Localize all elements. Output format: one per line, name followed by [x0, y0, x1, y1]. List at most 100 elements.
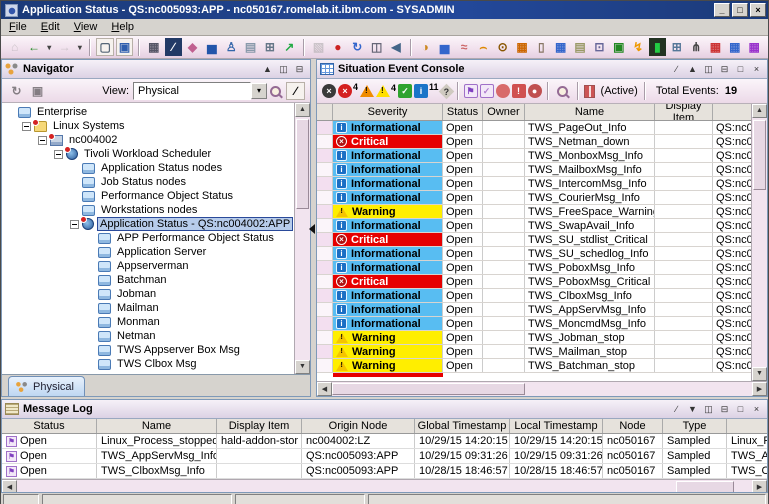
- edit-icon[interactable]: ∕: [669, 402, 684, 416]
- tree-item[interactable]: Appserverman: [2, 259, 294, 273]
- timer-icon[interactable]: ●: [528, 84, 542, 98]
- column-header-local-timestamp[interactable]: Local Timestamp: [510, 419, 603, 433]
- minimize-button[interactable]: _: [714, 3, 730, 17]
- row-selector-cell[interactable]: [317, 135, 333, 148]
- edit-icon[interactable]: ∕: [669, 62, 684, 76]
- row-selector-cell[interactable]: [317, 275, 333, 288]
- plot-chart-icon[interactable]: ≈: [455, 38, 472, 56]
- back-dropdown-icon[interactable]: ▾: [45, 38, 54, 56]
- split-icon[interactable]: ◫: [701, 62, 716, 76]
- tree-expander-icon[interactable]: [54, 150, 63, 159]
- column-header-blank[interactable]: [727, 419, 767, 433]
- minimize-icon[interactable]: ⊟: [717, 402, 732, 416]
- event-row[interactable]: iInformationalOpenTWS_MailboxMsg_InfoQS:…: [317, 163, 751, 177]
- maximize-button[interactable]: □: [732, 3, 748, 17]
- event-row[interactable]: ×CriticalOpenTWS_SU_stdlist_CriticalQS:n…: [317, 233, 751, 247]
- bar-view-icon[interactable]: ▅: [203, 38, 220, 56]
- message-log-horizontal-scrollbar[interactable]: ◀ ▶: [2, 479, 767, 493]
- calendar-chart-icon[interactable]: ▦: [513, 38, 530, 56]
- collapse-icon[interactable]: ▲: [685, 62, 700, 76]
- scrollbar-thumb[interactable]: [332, 383, 525, 395]
- tree-item[interactable]: Application Server: [2, 245, 294, 259]
- row-selector-cell[interactable]: [317, 317, 333, 330]
- tree-item[interactable]: Monman: [2, 315, 294, 329]
- maximize-icon[interactable]: □: [733, 402, 748, 416]
- tree-expander-icon[interactable]: [38, 136, 47, 145]
- minor-warning-filter-icon[interactable]: !: [360, 85, 374, 97]
- scroll-right-icon[interactable]: ▶: [752, 382, 767, 396]
- bar-chart-icon[interactable]: ▅: [436, 38, 453, 56]
- query-icon[interactable]: ▦: [145, 38, 162, 56]
- column-header-origin-node[interactable]: Origin Node: [302, 419, 415, 433]
- close-button[interactable]: ×: [750, 3, 766, 17]
- unknown-filter-icon[interactable]: ?: [441, 86, 452, 97]
- split-icon[interactable]: ◫: [701, 402, 716, 416]
- event-row[interactable]: iInformationalOpenTWS_ClboxMsg_InfoQS:nc…: [317, 289, 751, 303]
- column-header-display-item[interactable]: Display Item: [217, 419, 302, 433]
- event-row[interactable]: !WarningOpenTWS_FreeSpace_WarningQS:nc00…: [317, 205, 751, 219]
- scrollbar-thumb[interactable]: [676, 481, 734, 493]
- event-row[interactable]: iInformationalOpenTWS_MoncmdMsg_InfoQS:n…: [317, 317, 751, 331]
- area-chart-icon[interactable]: ⌢: [475, 38, 492, 56]
- column-header-type[interactable]: Type: [663, 419, 727, 433]
- pie-chart-icon[interactable]: ◑: [417, 38, 434, 56]
- event-row[interactable]: iInformationalOpenTWS_SwapAvail_InfoQS:n…: [317, 219, 751, 233]
- event-row[interactable]: iInformationalOpenTWS_SU_schedlog_InfoQS…: [317, 247, 751, 261]
- row-selector-cell[interactable]: [317, 205, 333, 218]
- navigator-vertical-scrollbar[interactable]: ▲ ▼: [294, 103, 310, 374]
- new-workspace-icon[interactable]: ▢: [96, 38, 113, 56]
- tree-expander-icon[interactable]: [70, 220, 79, 229]
- cube-icon[interactable]: ⊞: [261, 38, 278, 56]
- row-selector-cell[interactable]: [317, 261, 333, 274]
- tree-item[interactable]: Performance Object Status: [2, 189, 294, 203]
- split-icon[interactable]: ◫: [276, 62, 291, 76]
- scroll-right-icon[interactable]: ▶: [752, 480, 767, 493]
- tree-item[interactable]: Job Status nodes: [2, 175, 294, 189]
- minimize-icon[interactable]: ⊟: [292, 62, 307, 76]
- tree-item[interactable]: TWS Clbox Msg: [2, 357, 294, 371]
- tab-physical[interactable]: Physical: [8, 376, 85, 396]
- tree-item[interactable]: Jobman: [2, 287, 294, 301]
- notes-icon[interactable]: ▤: [242, 38, 259, 56]
- scroll-down-icon[interactable]: ▼: [752, 367, 767, 381]
- informational-filter-icon[interactable]: i11: [414, 84, 439, 98]
- event-row[interactable]: iInformationalOpenTWS_AppServMsg_InfoQS:…: [317, 303, 751, 317]
- tree-item[interactable]: Netman: [2, 329, 294, 343]
- event-row[interactable]: !WarningOpenTWS_Jobman_stopQS:nc005093:A…: [317, 331, 751, 345]
- column-header-owner[interactable]: Owner: [483, 104, 525, 120]
- row-selector-cell[interactable]: [317, 121, 333, 134]
- grid-f-icon[interactable]: ▦: [745, 38, 762, 56]
- scrollbar-thumb[interactable]: [753, 120, 766, 190]
- list-view-icon[interactable]: ▤: [571, 38, 588, 56]
- lightning-icon[interactable]: ↯: [629, 38, 646, 56]
- tree-expander-icon[interactable]: [22, 122, 31, 131]
- menu-edit[interactable]: Edit: [41, 21, 60, 33]
- tree-item[interactable]: TWS Appserver Box Msg: [2, 343, 294, 357]
- refresh-icon[interactable]: ↻: [349, 38, 366, 56]
- column-header-name[interactable]: Name: [525, 104, 655, 120]
- column-header-name[interactable]: Name: [97, 419, 217, 433]
- row-selector-cell[interactable]: [317, 331, 333, 344]
- gauge-icon[interactable]: ⊙: [494, 38, 511, 56]
- tree-item[interactable]: Application Status nodes: [2, 161, 294, 175]
- row-selector-cell[interactable]: [317, 345, 333, 358]
- maximize-icon[interactable]: □: [733, 62, 748, 76]
- graphic-view-icon[interactable]: ▣: [610, 38, 627, 56]
- close-icon[interactable]: ×: [749, 62, 764, 76]
- event-row[interactable]: iInformationalOpenTWS_PageOut_InfoQS:nc0…: [317, 121, 751, 135]
- tree-item[interactable]: Batchman: [2, 273, 294, 287]
- take-ownership-icon[interactable]: ⚑: [464, 84, 478, 98]
- ok-filter-icon[interactable]: ✓: [398, 84, 412, 98]
- column-header-node[interactable]: Node: [603, 419, 663, 433]
- acknowledge-icon[interactable]: ✓: [480, 84, 494, 98]
- tree-item[interactable]: Linux Systems: [2, 119, 294, 133]
- row-selector-cell[interactable]: [317, 163, 333, 176]
- menu-view[interactable]: View: [74, 21, 98, 33]
- tree-item[interactable]: APP Performance Object Status: [2, 231, 294, 245]
- event-row[interactable]: iInformationalOpenTWS_IntercomMsg_InfoQS…: [317, 177, 751, 191]
- column-header-blank[interactable]: [713, 104, 751, 120]
- forward-dropdown-icon[interactable]: ▾: [75, 38, 84, 56]
- expire-icon[interactable]: !: [512, 84, 526, 98]
- tree-item[interactable]: Enterprise: [2, 105, 294, 119]
- event-row[interactable]: ×CriticalOpenTWS_Netman_downQS:nc005093:…: [317, 135, 751, 149]
